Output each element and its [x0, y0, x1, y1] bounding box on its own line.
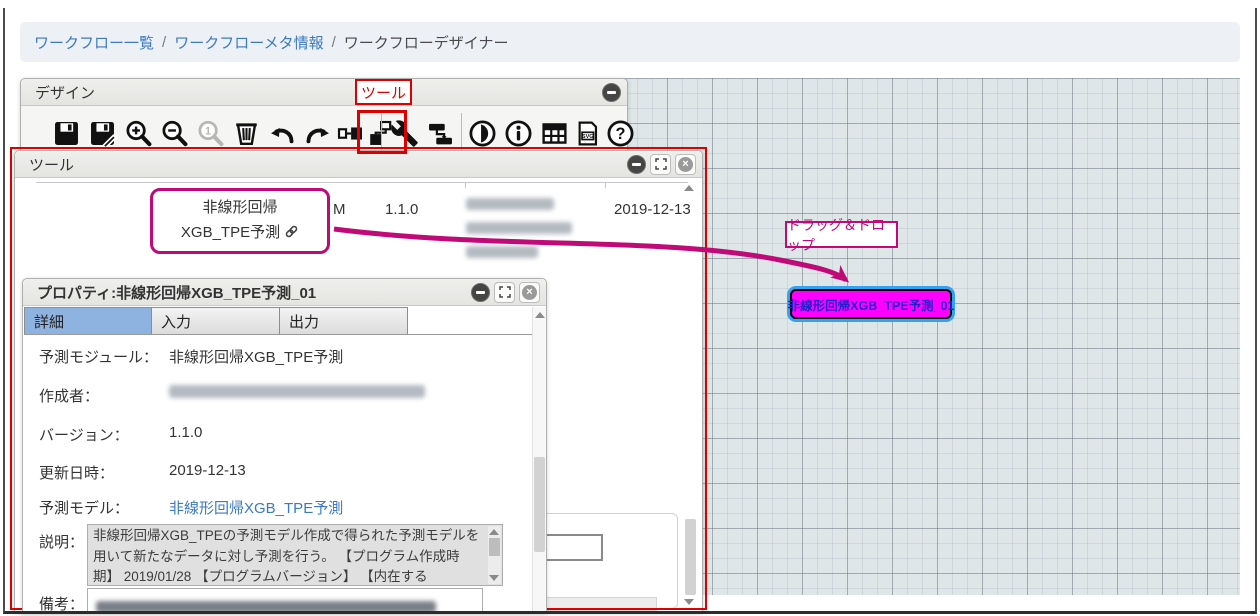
column-divider [465, 182, 466, 188]
module-type: M [333, 201, 346, 218]
field-value-model-link[interactable]: 非線形回帰XGB_TPE予測 [169, 497, 343, 518]
tabs-underline [24, 334, 533, 335]
table-icon[interactable] [537, 112, 571, 154]
design-window-title: デザイン [35, 82, 602, 103]
module-version: 1.1.0 [385, 201, 418, 218]
tools-wrench-icon[interactable] [387, 112, 421, 154]
properties-tabs: 詳細 入力 出力 [24, 307, 408, 335]
scroll-up-icon[interactable] [489, 529, 499, 535]
remarks-textarea[interactable] [87, 588, 483, 614]
tools-table-divider [36, 182, 688, 183]
save-icon[interactable] [49, 112, 83, 154]
designer-canvas[interactable] [622, 78, 1240, 595]
minimize-icon[interactable] [627, 155, 646, 174]
module-name-line1[interactable]: 非線形回帰 [202, 195, 277, 220]
module-author-redacted [466, 198, 554, 210]
toolbar-separator [461, 113, 462, 153]
undo-icon[interactable] [265, 112, 299, 154]
breadcrumb-workflow-meta[interactable]: ワークフローメタ情報 [174, 32, 323, 53]
workflow-node[interactable]: 非線形回帰XGB_TPE予測_01 [790, 289, 952, 319]
scroll-up-icon[interactable] [684, 185, 694, 191]
run-icon[interactable] [465, 112, 499, 154]
tools-window-header: ツール × [15, 151, 702, 178]
toolbar-separator [381, 113, 382, 153]
module-date: 2019-12-13 [614, 201, 691, 218]
info-icon[interactable] [501, 112, 535, 154]
field-label-description: 説明： [39, 531, 84, 552]
description-textarea[interactable]: 非線形回帰XGB_TPEの予測モデル作成で得られた予測モデルを用いて新たなデータ… [87, 524, 503, 586]
field-value-module: 非線形回帰XGB_TPE予測 [169, 346, 343, 367]
link-nodes-icon[interactable] [333, 112, 367, 154]
annotation-drag-drop-label: ドラッグ＆ドロップ [785, 221, 898, 248]
field-label-updated: 更新日時： [39, 462, 114, 483]
field-value-author-redacted [169, 385, 425, 398]
scrollbar-thumb[interactable] [489, 538, 500, 556]
field-value-updated: 2019-12-13 [169, 462, 246, 479]
field-label-remarks: 備考： [39, 593, 84, 614]
maximize-icon[interactable] [494, 282, 515, 303]
workflow-node-selection[interactable]: 非線形回帰XGB_TPE予測_01 [787, 286, 955, 322]
breadcrumb-current: ワークフローデザイナー [344, 32, 509, 53]
field-label-model: 予測モデル： [39, 497, 129, 518]
description-text: 非線形回帰XGB_TPEの予測モデル作成で得られた予測モデルを用いて新たなデータ… [93, 526, 485, 586]
scrollbar-thumb[interactable] [685, 519, 696, 595]
tab-details[interactable]: 詳細 [24, 307, 152, 335]
textarea-scrollbar[interactable] [488, 526, 501, 584]
svg-export-icon[interactable]: SVG [570, 112, 604, 154]
zoom-out-icon[interactable] [157, 112, 191, 154]
redo-icon[interactable] [300, 112, 334, 154]
column-divider [605, 182, 606, 188]
scroll-down-icon[interactable] [684, 599, 694, 605]
minimize-icon[interactable] [602, 83, 621, 102]
field-label-version: バージョン： [39, 424, 129, 445]
save-as-icon[interactable] [85, 112, 119, 154]
svg-text:SVG: SVG [581, 134, 593, 140]
design-window-header: デザイン [21, 79, 627, 106]
link-icon [284, 222, 299, 247]
scroll-up-icon[interactable] [535, 312, 545, 318]
module-name-line2[interactable]: XGB_TPE予測 [181, 220, 299, 247]
zoom-reset-icon: 1 [193, 112, 227, 154]
svg-text:1: 1 [205, 125, 211, 137]
tab-output[interactable]: 出力 [280, 307, 408, 335]
breadcrumb-separator: / [332, 34, 336, 51]
scroll-down-icon[interactable] [489, 575, 499, 581]
help-icon[interactable]: ? [603, 112, 637, 154]
zoom-in-icon[interactable] [121, 112, 155, 154]
remarks-redacted [96, 601, 436, 613]
field-value-version: 1.1.0 [169, 424, 202, 441]
field-label-author: 作成者： [39, 385, 99, 406]
properties-window-header: プロパティ:非線形回帰XGB_TPE予測_01 × [23, 279, 546, 306]
module-author-redacted [466, 222, 572, 234]
delete-icon[interactable] [229, 112, 263, 154]
breadcrumb-separator: / [162, 34, 166, 51]
auto-layout-icon[interactable] [423, 112, 457, 154]
properties-window: プロパティ:非線形回帰XGB_TPE予測_01 × 詳細 入力 出力 予測モジュ… [22, 278, 547, 613]
breadcrumb: ワークフロー一覧 / ワークフローメタ情報 / ワークフローデザイナー [20, 22, 1240, 62]
annotation-module-box: 非線形回帰 XGB_TPE予測 [150, 188, 330, 254]
tools-window-title: ツール [29, 154, 627, 175]
maximize-icon[interactable] [650, 154, 671, 175]
tab-input[interactable]: 入力 [152, 307, 280, 335]
svg-text:?: ? [615, 125, 625, 143]
properties-window-title: プロパティ:非線形回帰XGB_TPE予測_01 [37, 282, 471, 303]
scrollbar-thumb[interactable] [534, 457, 545, 552]
field-label-module: 予測モジュール： [39, 346, 158, 367]
workflow-designer-page: ワークフロー一覧 / ワークフローメタ情報 / ワークフローデザイナー 非線形回… [0, 0, 1260, 616]
module-author-redacted [466, 246, 538, 258]
minimize-icon[interactable] [471, 283, 490, 302]
properties-scrollbar[interactable] [532, 307, 546, 612]
close-icon[interactable]: × [675, 154, 696, 175]
close-icon[interactable]: × [519, 282, 540, 303]
breadcrumb-workflow-list[interactable]: ワークフロー一覧 [34, 32, 154, 53]
